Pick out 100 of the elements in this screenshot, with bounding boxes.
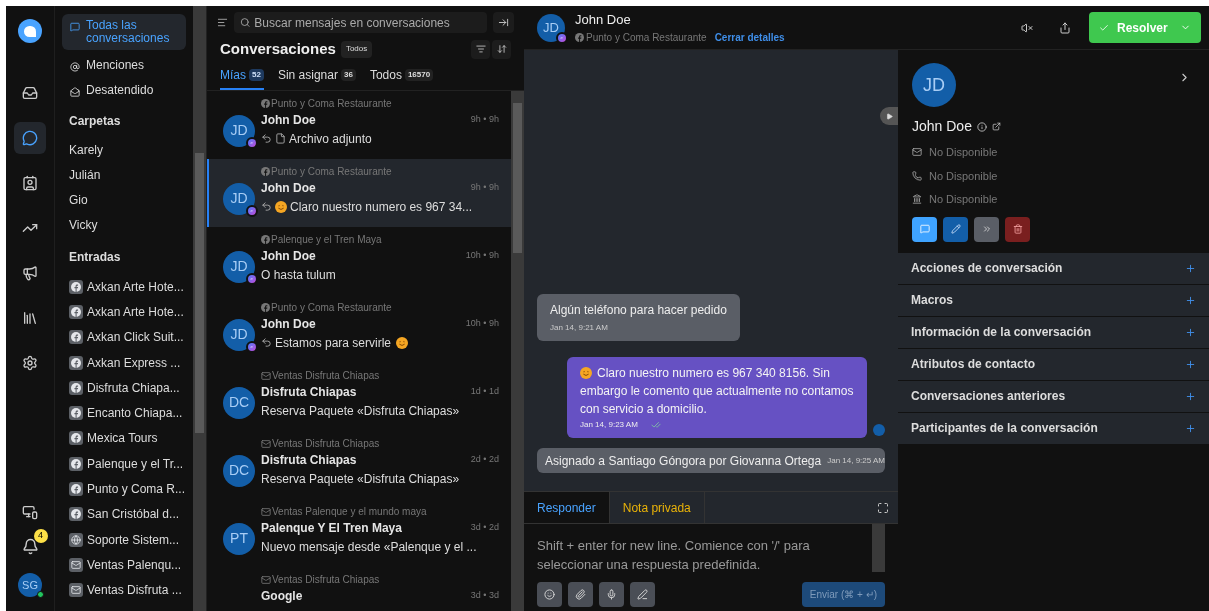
inbox-item[interactable]: Axkan Express ...	[62, 349, 186, 376]
inbox-item[interactable]: Disfruta Chiapa...	[62, 375, 186, 401]
filter-tab[interactable]: Todos 16570	[369, 65, 434, 90]
pen-icon	[637, 589, 648, 600]
accordion-section[interactable]: Conversaciones anteriores	[898, 380, 1209, 413]
signature-button[interactable]	[630, 582, 655, 607]
accordion-section[interactable]: Atributos de contacto	[898, 348, 1209, 381]
emoji-button[interactable]	[537, 582, 562, 607]
sidebar-nav-item[interactable]: Menciones	[62, 54, 186, 77]
message-text: Claro nuestro numero es 967 340 8156. Sin embargo le comento que actualmente no contamos con servicio a domicilio.	[580, 365, 854, 418]
conversation-item[interactable]: Ventas Disfruta Chiapas Google 3d • 3d	[207, 566, 511, 611]
message-preview: Archivo adjunto	[289, 130, 372, 148]
voice-button[interactable]	[599, 582, 624, 607]
contact-name: John Doe	[261, 316, 316, 331]
conversation-item[interactable]: JD Punto y Coma Restaurante John Doe 9h • 9h Archivo adjunto	[207, 90, 511, 159]
mail-icon	[912, 147, 922, 158]
inbox-item[interactable]: Axkan Arte Hote...	[62, 299, 186, 325]
accordion-section[interactable]: Participantes de la conversación	[898, 412, 1209, 445]
contact-avatar: JD	[223, 318, 255, 351]
sidebar-nav-item[interactable]: Todas las conversaciones	[62, 14, 186, 50]
external-link-icon[interactable]	[991, 122, 1001, 131]
conversation-item[interactable]: JD Punto y Coma Restaurante John Doe 10h • 9h Estamos para servirle	[207, 294, 511, 363]
status-filter[interactable]: Todos	[340, 40, 373, 58]
conversation-item[interactable]: DC Ventas Disfruta Chiapas Disfruta Chiapas 2d • 2d Reserva Paquete «Disfruta Chiapas»	[207, 430, 511, 499]
message-preview: Nuevo mensaje desde «Palenque y el ...	[261, 538, 477, 556]
check-icon	[1099, 22, 1109, 33]
inbox-item[interactable]: Ventas Palenqu...	[62, 552, 186, 578]
folder-item[interactable]: Julián	[62, 163, 186, 188]
inbox-item[interactable]: Soporte Sistem...	[62, 526, 186, 553]
app-logo[interactable]	[18, 19, 42, 43]
chat-icon	[919, 224, 930, 234]
expand-panel-button[interactable]	[880, 107, 898, 125]
inbox-name: Ventas Palenque y el mundo maya	[272, 505, 427, 519]
list-title: Conversaciones	[220, 39, 336, 59]
composer-tab[interactable]: Nota privada	[609, 492, 705, 523]
folder-item[interactable]: Karely	[62, 138, 186, 163]
section-label: Macros	[911, 292, 955, 309]
expand-icon[interactable]	[877, 501, 889, 514]
building-icon	[912, 194, 922, 205]
contact-name: John Doe	[261, 180, 316, 195]
count-badge: 52	[249, 69, 264, 81]
inbox-item[interactable]: Ventas Disfruta ...	[62, 577, 186, 603]
accordion-section[interactable]: Información de la conversación	[898, 316, 1209, 349]
contact-name: Disfruta Chiapas	[261, 452, 357, 467]
folder-item[interactable]: Gio	[62, 188, 186, 213]
inbox-name: Ventas Disfruta Chiapas	[272, 573, 380, 587]
scrollbar[interactable]	[193, 6, 206, 611]
accordion-section[interactable]: Acciones de conversación	[898, 252, 1209, 285]
mute-icon[interactable]	[1021, 21, 1033, 34]
portal-icon[interactable]	[22, 504, 38, 520]
read-receipt-icon	[650, 420, 661, 430]
notification-icon[interactable]	[21, 538, 39, 555]
sort-button[interactable]	[492, 39, 511, 59]
scrollbar[interactable]	[511, 90, 524, 611]
contact-name: John Doe	[261, 248, 316, 263]
contact-name: Disfruta Chiapas	[261, 384, 357, 399]
accordion-section[interactable]: Macros	[898, 284, 1209, 317]
inbox-item[interactable]: Palenque y el Tr...	[62, 451, 186, 477]
double-chevron-icon	[981, 224, 992, 234]
info-icon[interactable]	[976, 121, 987, 132]
play-icon	[885, 112, 893, 120]
inbox-item[interactable]: Axkan Click Suit...	[62, 324, 186, 350]
inbox-item[interactable]: Punto y Coma R...	[62, 476, 186, 502]
close-details-link[interactable]: Cerrar detalles	[714, 29, 785, 45]
merge-button[interactable]	[974, 216, 999, 242]
contact-detail: No Disponible	[929, 192, 998, 207]
filter-tab[interactable]: Sin asignar 36	[277, 65, 356, 90]
delete-button[interactable]	[1005, 216, 1030, 242]
search-field[interactable]: Buscar mensajes en conversaciones	[234, 12, 487, 33]
contact-avatar: PT	[223, 522, 255, 555]
filter-tab[interactable]: Mías 52	[220, 65, 264, 90]
sidebar-nav-item[interactable]: Desatendido	[62, 79, 186, 102]
conversation-item[interactable]: PT Ventas Palenque y el mundo maya Palenque Y El Tren Maya 3d • 2d Nuevo mensaje desde «Palenque y el ...	[207, 498, 511, 567]
edit-button[interactable]	[943, 216, 968, 242]
inbox-item[interactable]: San Cristóbal d...	[62, 501, 186, 527]
scrollbar[interactable]	[872, 524, 885, 572]
filter-button[interactable]	[471, 39, 490, 59]
conversation-item[interactable]: DC Ventas Disfruta Chiapas Disfruta Chiapas 1d • 1d Reserva Paquete «Disfruta Chiapas»	[207, 362, 511, 431]
count-badge: 16570	[404, 69, 434, 81]
timestamp: 3d • 3d	[470, 588, 499, 602]
chat-icon[interactable]	[14, 122, 46, 154]
filter-icon	[475, 44, 486, 55]
inbox-item[interactable]: Axkan Arte Hote...	[62, 274, 186, 300]
message-preview: Estamos para servirle	[275, 334, 392, 352]
contact-detail: No Disponible	[929, 168, 998, 184]
contact-avatar: JD	[912, 63, 956, 107]
section-title: Entradas	[68, 249, 122, 266]
user-avatar[interactable]: SG	[18, 573, 42, 597]
share-icon[interactable]	[1059, 21, 1071, 34]
section-label: Conversaciones anteriores	[911, 388, 1067, 405]
collapse-button[interactable]	[493, 12, 514, 33]
inbox-item[interactable]: Encanto Chiapa...	[62, 400, 186, 426]
message-button[interactable]	[912, 216, 937, 242]
menu-icon[interactable]	[217, 17, 228, 28]
conversation-item[interactable]: JD Palenque y el Tren Maya John Doe 10h • 9h O hasta tulum	[207, 226, 511, 295]
conversation-item[interactable]: JD Punto y Coma Restaurante John Doe 9h • 9h Claro nuestro numero es 967 34...	[207, 158, 511, 227]
search-icon	[240, 17, 251, 28]
inbox-item[interactable]: Mexica Tours	[62, 425, 186, 452]
attach-button[interactable]	[568, 582, 593, 607]
folder-item[interactable]: Vicky	[62, 213, 186, 238]
